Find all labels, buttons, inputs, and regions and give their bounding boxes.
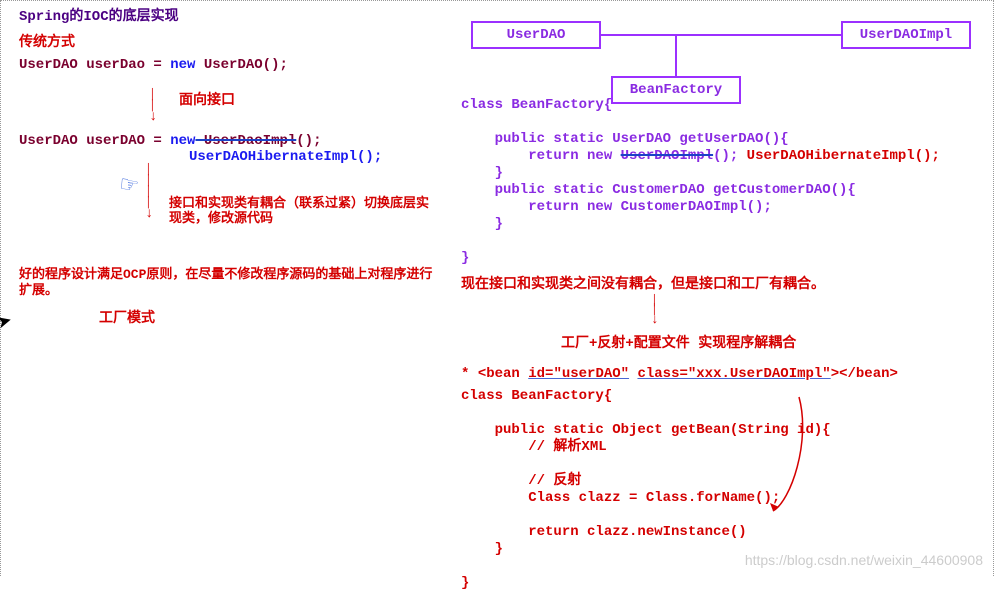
coupling-note: 现在接口和实现类之间没有耦合，但是接口和工厂有耦合。	[461, 273, 981, 293]
bean-id: id="userDAO"	[528, 366, 629, 382]
code2-strike: UserDaoImpl	[195, 133, 296, 149]
code-line-1: UserDAO userDao = new UserDAO();	[19, 57, 459, 73]
right-panel: UserDAO UserDAOImpl BeanFactory class Be…	[461, 21, 981, 592]
code-line-2b: UserDAOHibernateImpl();	[189, 149, 459, 165]
traditional-label: 传统方式	[19, 31, 459, 51]
rc1-after: ();	[713, 148, 738, 164]
rc1-red: UserDAOHibernateImpl();	[738, 148, 940, 164]
uml-row: UserDAO UserDAOImpl BeanFactory	[461, 21, 981, 57]
bean-star: *	[461, 366, 478, 382]
code1-c: UserDAO();	[195, 57, 287, 73]
code-line-2: UserDAO userDAO = new UserDaoImpl();	[19, 133, 459, 149]
pointer-hand-icon: ☞	[117, 171, 141, 200]
arrow-down-icon: ││↓	[651, 297, 981, 326]
rc1-strike: UserDAOImpl	[621, 148, 713, 164]
code2-a: UserDAO userDAO =	[19, 133, 170, 149]
left-panel: Spring的IOC的底层实现 传统方式 UserDAO userDao = n…	[19, 5, 459, 327]
uml-userdao-box: UserDAO	[471, 21, 601, 49]
uml-userdaoimpl-box: UserDAOImpl	[841, 21, 971, 49]
factory-mode-label: 工厂模式	[99, 307, 459, 327]
watermark: https://blog.csdn.net/weixin_44600908	[745, 552, 983, 568]
bean-close: ></bean>	[831, 366, 898, 382]
code2-b: new	[170, 133, 195, 149]
rc1-cont: } public static CustomerDAO getCustomerD…	[461, 165, 856, 266]
ocp-note: 好的程序设计满足OCP原则，在尽量不修改程序源码的基础上对程序进行扩展。	[19, 267, 439, 299]
cursor-icon: ➤	[0, 309, 15, 334]
code2-d: ();	[296, 133, 321, 149]
page-title: Spring的IOC的底层实现	[19, 5, 459, 25]
arrow-down-icon: ││↓	[149, 90, 157, 124]
arrow-down-icon: ││││↓	[145, 165, 153, 221]
annotation-coupling: 接口和实现类有耦合（联系过紧）切换底层实现类，修改源代码	[169, 196, 439, 226]
beanfactory-code-1: class BeanFactory{ public static UserDAO…	[461, 97, 981, 267]
bean-xml-line: * <bean id="userDAO" class="xxx.UserDAOI…	[461, 366, 981, 382]
solution-label: 工厂+反射+配置文件 实现程序解耦合	[561, 332, 981, 352]
diagram-page: Spring的IOC的底层实现 传统方式 UserDAO userDao = n…	[1, 1, 993, 576]
bean-open: <bean	[478, 366, 528, 382]
bean-class: class="xxx.UserDAOImpl"	[637, 366, 830, 382]
code1-a: UserDAO userDao =	[19, 57, 170, 73]
annotation-interface: 面向接口	[179, 89, 235, 109]
code1-b: new	[170, 57, 195, 73]
uml-beanfactory-box: BeanFactory	[611, 76, 741, 104]
